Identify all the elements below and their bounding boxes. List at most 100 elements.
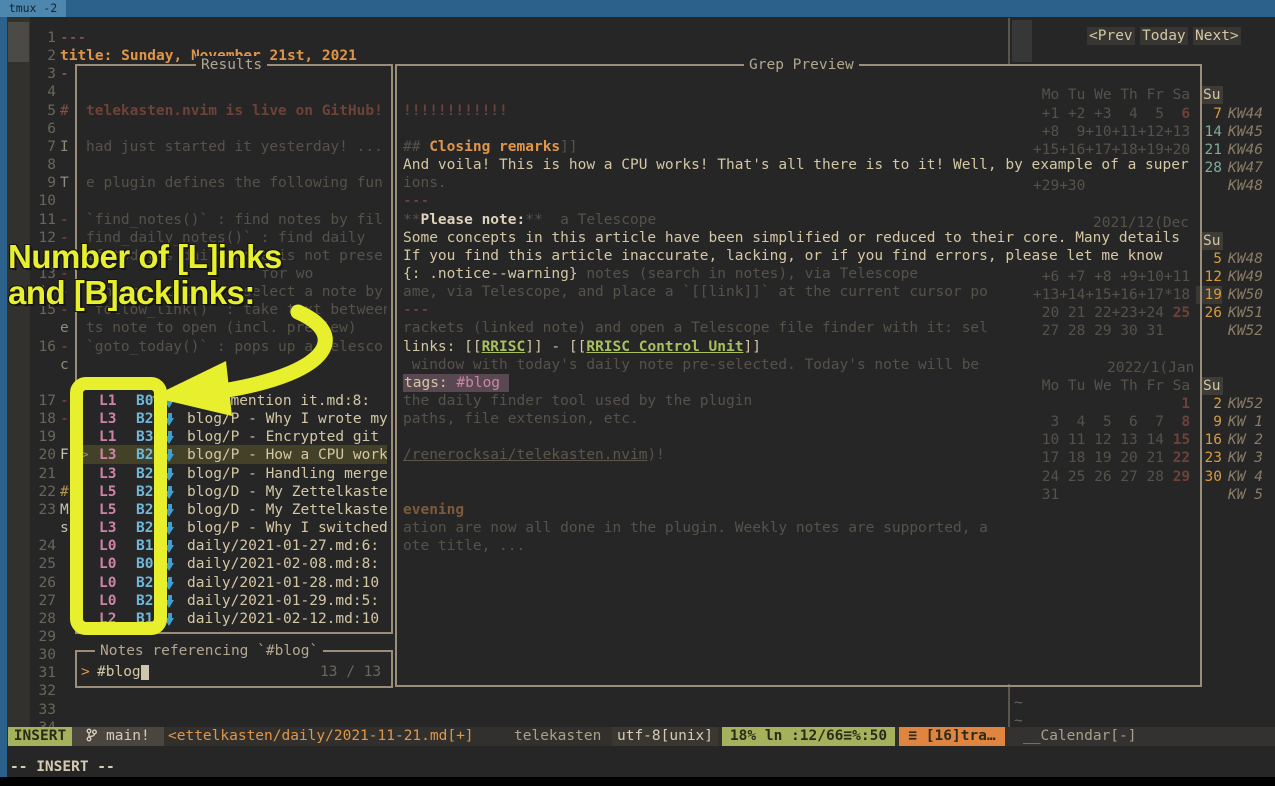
text-segment: links: [[ [403, 339, 482, 355]
calendar-week-label: KW45 [1228, 123, 1263, 141]
text-segment: ** [525, 212, 542, 228]
text-segment: If you find this article inaccurate, lac… [403, 248, 1163, 264]
git-branch-icon [86, 728, 97, 742]
buffer-line-number: 23 [30, 501, 56, 519]
buffer-line-number: 31 [30, 664, 56, 682]
calendar-week-label: KW47 [1228, 159, 1263, 177]
buffer-line-number: 25 [30, 555, 56, 573]
search-input[interactable]: #blog [97, 663, 141, 681]
result-filename: daily/2021-02-08.md:8: [187, 555, 379, 573]
text-segment: )! [647, 447, 664, 463]
text-cursor [141, 665, 149, 680]
buffer-line-number: 21 [30, 465, 56, 483]
calendar-next-button[interactable]: Next> [1193, 27, 1241, 45]
text-segment: notes (search in notes), via Telescope [578, 266, 918, 282]
text-segment: ]] - [[ [525, 339, 586, 355]
buffer-line-number: 20 [30, 446, 56, 464]
buffer-line-number: 28 [30, 610, 56, 628]
preview-text-line: And voila! This is how a CPU works! That… [403, 156, 1189, 174]
calendar-week-label: KW52 [1228, 395, 1263, 413]
result-filename: blog/D - My Zettelkaste [187, 483, 387, 501]
annotation-text-line1: Number of [L]inks [8, 248, 282, 266]
preview-text-line: Some concepts in this article have been … [403, 229, 1180, 247]
result-filename: daily/2021-02-12.md:10 [187, 610, 379, 628]
preview-text-line: !!!!!!!!!!!! [403, 102, 508, 120]
buffer-line-number: 27 [30, 592, 56, 610]
buffer-text-fragment: F [60, 446, 69, 464]
text-segment: ote title, ... [403, 538, 525, 554]
mode-message: -- INSERT -- [10, 758, 115, 776]
prompt-panel-title: Notes referencing `#blog` [95, 642, 323, 660]
window-separator [1008, 18, 1010, 64]
calendar-week-label: KW49 [1228, 268, 1263, 286]
text-segment: tags: [404, 375, 456, 391]
calendar-prev-button[interactable]: <Prev [1087, 27, 1135, 45]
preview-text-line: {: .notice--warning} notes (search in no… [403, 265, 918, 283]
buffer-segment: ≡ [16]tra… [899, 727, 1005, 746]
text-segment: ]] [743, 339, 760, 355]
tag-chip: tags: #blog [403, 374, 509, 392]
git-branch-segment: main! [72, 727, 164, 746]
text-segment: RRISC Control Unit [586, 339, 743, 355]
calendar-weekday-sunday: Su [1200, 86, 1223, 104]
encoding-segment: utf-8[unix] [612, 727, 718, 746]
text-segment: /renerocksai/telekasten.nvim [403, 447, 647, 463]
text-segment: rackets (linked note) and open a Telesco… [403, 320, 988, 336]
vim-statusline: INSERT main!<ettelkasten/daily/2021-11-2… [7, 727, 1008, 746]
mode-indicator: INSERT [8, 727, 72, 746]
result-filename: blog/P - Handling merge [187, 465, 387, 483]
text-segment: ions. [403, 175, 447, 191]
position-segment: 18% ln :12/66≡%:50 [722, 727, 895, 746]
buffer-line-number: 32 [30, 682, 56, 700]
preview-text-line: --- [403, 301, 429, 319]
result-filename: daily/2021-01-28.md:10 [187, 574, 379, 592]
calendar-statusline: __Calendar[-] [1008, 727, 1275, 746]
preview-text-line: ame, via Telescope, and place a `[[link]… [403, 283, 988, 301]
text-segment: evening [403, 502, 464, 518]
text-segment: ## [403, 139, 429, 155]
buffer-line-number: 26 [30, 574, 56, 592]
result-filename: daily/2021-01-29.md:5: [187, 592, 379, 610]
calendar-status-label: __Calendar[-] [1023, 727, 1137, 746]
text-segment: paths, file extension, etc. [403, 411, 639, 427]
calendar-week-label: KW52 [1228, 322, 1263, 340]
buffer-line-number: 24 [30, 537, 56, 555]
calendar-week-label: KW46 [1228, 141, 1263, 159]
calendar-today-button[interactable]: Today [1140, 27, 1188, 45]
preview-text-line: paths, file extension, etc. [403, 410, 639, 428]
match-counter: 13 / 13 [320, 663, 381, 681]
text-segment: Please note: [420, 212, 525, 228]
calendar-week-label: KW50 [1228, 286, 1263, 304]
text-segment: Closing remarks [429, 139, 560, 155]
preview-content: !!!!!!!!!!!!## Closing remarks]]And voil… [397, 66, 1196, 681]
buffer-line-number: 29 [30, 628, 56, 646]
text-segment: --- [403, 193, 429, 209]
text-segment: RRISC [482, 339, 526, 355]
annotation-arrow [0, 0, 400, 440]
calendar-weekday-sunday: Su [1200, 377, 1223, 395]
calendar-week-label: KW51 [1228, 304, 1263, 322]
preview-text-line: /renerocksai/telekasten.nvim)! [403, 446, 665, 464]
preview-text-line: rackets (linked note) and open a Telesco… [403, 319, 988, 337]
preview-text-line: ation are now all done in the plugin. We… [403, 519, 988, 537]
preview-text-line: **Please note:** a Telescope [403, 211, 656, 229]
result-filename: blog/P - Why I switched [187, 519, 387, 537]
calendar-week-label: KW 4 [1228, 468, 1263, 486]
calendar-week-label: KW44 [1228, 105, 1263, 123]
text-segment: --- [403, 302, 429, 318]
buffer-line-number: 30 [30, 646, 56, 664]
text-segment: window with today's daily note pre-selec… [403, 357, 979, 373]
text-segment: ]] [560, 139, 577, 155]
preview-text-line: ote title, ... [403, 537, 525, 555]
text-segment: a Telescope [543, 212, 657, 228]
prompt-caret: > [81, 663, 90, 681]
text-segment: ** [403, 212, 420, 228]
result-filename: daily/2021-01-27.md:6: [187, 537, 379, 555]
calendar-week-label: KW 1 [1228, 413, 1263, 431]
buffer-text-fragment: M [60, 501, 69, 519]
calendar-week-label: KW48 [1228, 177, 1263, 195]
result-filename: blog/P - How a CPU work [187, 446, 387, 464]
preview-text-line: ## Closing remarks]] [403, 138, 578, 156]
text-segment: {: .notice--warning} [403, 266, 578, 282]
buffer-text-fragment: # [60, 483, 69, 501]
